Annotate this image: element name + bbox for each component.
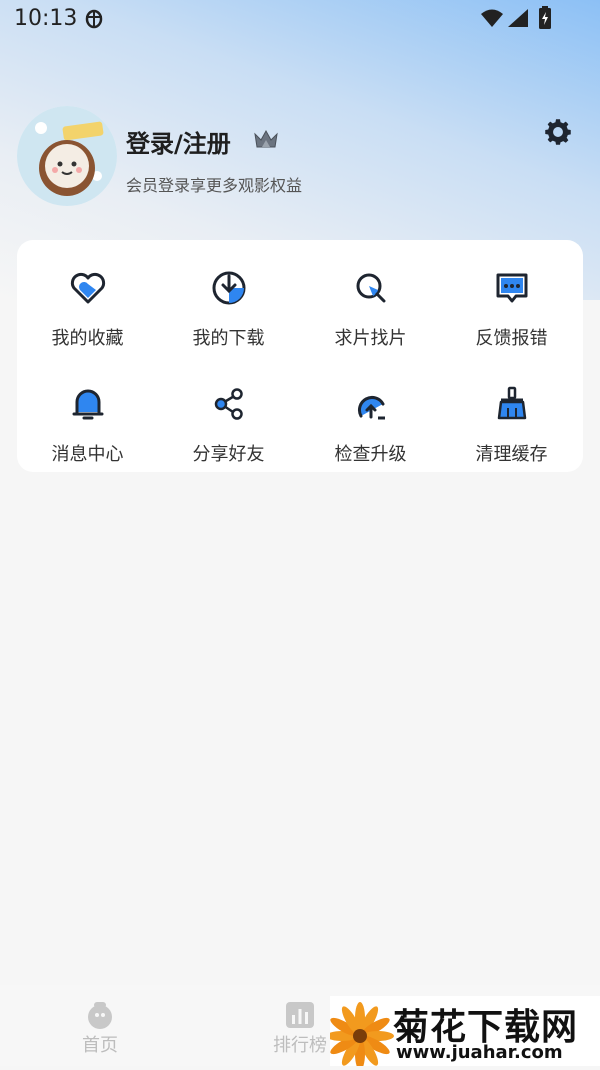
avatar[interactable] [17,106,117,206]
search-icon [351,268,391,308]
menu-item-downloads[interactable]: 我的下载 [158,254,299,354]
menu-item-share[interactable]: 分享好友 [158,370,299,470]
menu-item-feedback[interactable]: 反馈报错 [441,254,582,354]
menu-item-clear-cache[interactable]: 清理缓存 [441,370,582,470]
download-icon [209,268,249,308]
menu-item-messages[interactable]: 消息中心 [17,370,158,470]
menu-item-label: 我的下载 [192,328,265,349]
upgrade-icon [351,384,391,424]
flower-logo-icon [326,996,394,1070]
menu-item-label: 分享好友 [192,444,265,465]
menu-item-upgrade[interactable]: 检查升级 [300,370,441,470]
gear-icon[interactable] [541,115,575,153]
menu-card: 我的收藏 我的下载 求片找片 反馈报错 消息中心 分享好友 检查升级 清理缓存 [17,240,583,472]
share-icon [209,384,249,424]
login-subtitle: 会员登录享更多观影权益 [126,176,303,195]
watermark-url: www.juahar.com [396,1042,563,1063]
login-register-title[interactable]: 登录/注册 [126,124,231,159]
broom-icon [492,384,532,424]
menu-item-label: 检查升级 [334,444,407,465]
menu-item-label: 我的收藏 [51,328,124,349]
heart-icon [68,268,108,308]
menu-item-label: 清理缓存 [475,444,548,465]
status-time: 10:13 [14,6,78,31]
home-icon [84,999,116,1035]
tab-home[interactable]: 首页 [40,985,160,1066]
menu-item-request[interactable]: 求片找片 [300,254,441,354]
bell-icon [68,384,108,424]
crown-icon [253,128,279,154]
signal-icon [507,8,529,32]
watermark: 菊花下载网 www.juahar.com [326,996,600,1070]
tab-home-label: 首页 [82,1035,118,1056]
menu-item-favorites[interactable]: 我的收藏 [17,254,158,354]
menu-item-label: 反馈报错 [475,328,548,349]
status-bar: 10:13 [0,0,600,40]
menu-item-label: 消息中心 [51,444,124,465]
menu-item-label: 求片找片 [334,328,407,349]
bug-icon [82,6,106,35]
feedback-icon [492,268,532,308]
battery-icon [538,6,552,34]
ranking-icon [284,999,316,1035]
wifi-icon [480,8,504,32]
